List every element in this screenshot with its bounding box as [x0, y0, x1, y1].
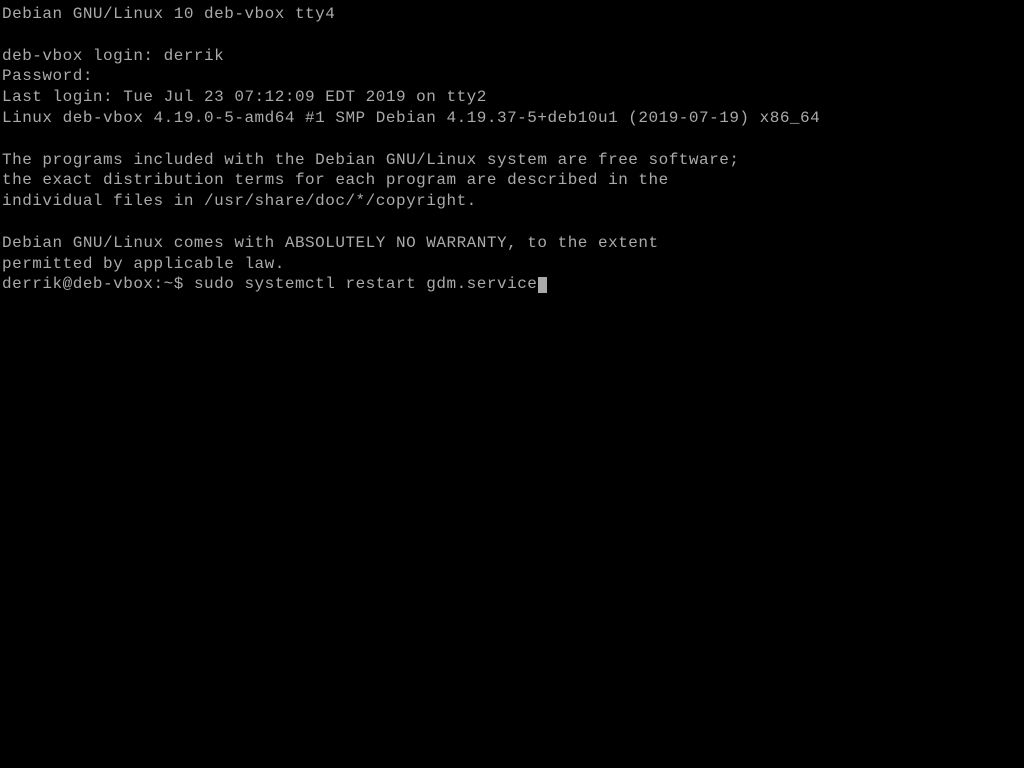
- motd-line-4: Debian GNU/Linux comes with ABSOLUTELY N…: [2, 233, 1022, 254]
- motd-line-3: individual files in /usr/share/doc/*/cop…: [2, 191, 1022, 212]
- password-line: Password:: [2, 66, 1022, 87]
- blank-line: [2, 212, 1022, 233]
- motd-line-5: permitted by applicable law.: [2, 254, 1022, 275]
- motd-line-1: The programs included with the Debian GN…: [2, 150, 1022, 171]
- shell-prompt-text: derrik@deb-vbox:~$: [2, 275, 194, 293]
- shell-prompt-line[interactable]: derrik@deb-vbox:~$ sudo systemctl restar…: [2, 274, 1022, 295]
- motd-line-2: the exact distribution terms for each pr…: [2, 170, 1022, 191]
- command-text[interactable]: sudo systemctl restart gdm.service: [194, 275, 537, 293]
- kernel-line: Linux deb-vbox 4.19.0-5-amd64 #1 SMP Deb…: [2, 108, 1022, 129]
- terminal-output: Debian GNU/Linux 10 deb-vbox tty4 deb-vb…: [2, 4, 1022, 295]
- login-line: deb-vbox login: derrik: [2, 46, 1022, 67]
- banner-line: Debian GNU/Linux 10 deb-vbox tty4: [2, 4, 1022, 25]
- last-login-line: Last login: Tue Jul 23 07:12:09 EDT 2019…: [2, 87, 1022, 108]
- blank-line: [2, 25, 1022, 46]
- login-prompt-text: deb-vbox login:: [2, 47, 164, 65]
- blank-line: [2, 129, 1022, 150]
- cursor-icon: [538, 277, 547, 293]
- username-text: derrik: [164, 47, 225, 65]
